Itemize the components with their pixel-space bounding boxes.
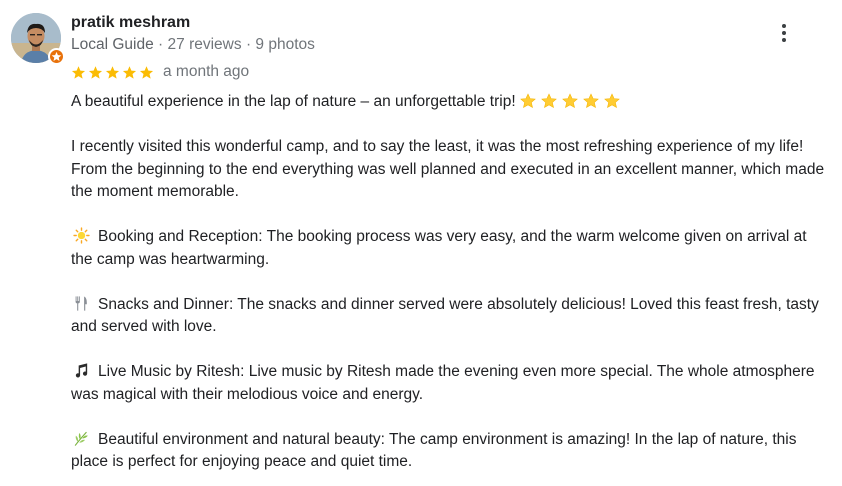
review-intro: I recently visited this wonderful camp, … bbox=[71, 138, 825, 200]
review-section: Live Music by Ritesh: Live music by Rite… bbox=[71, 361, 831, 406]
headline-text: A beautiful experience in the lap of nat… bbox=[71, 93, 516, 110]
author-meta: Local Guide · 27 reviews · 9 photos bbox=[71, 35, 315, 55]
star-icon bbox=[122, 65, 137, 79]
star-emoji-icon bbox=[582, 93, 599, 109]
local-guide-badge-icon bbox=[48, 48, 65, 65]
section-text: Booking and Reception: The booking proce… bbox=[71, 228, 807, 268]
fork-knife-icon bbox=[73, 295, 90, 312]
review-text: A beautiful experience in the lap of nat… bbox=[71, 91, 831, 474]
star-icon bbox=[88, 65, 103, 79]
more-options-icon[interactable] bbox=[770, 20, 798, 46]
photos-count: 9 photos bbox=[255, 36, 315, 53]
star-icon bbox=[71, 65, 86, 79]
star-icon bbox=[139, 65, 154, 79]
star-emoji-icon bbox=[603, 93, 620, 109]
star-emoji-icon-row bbox=[519, 93, 620, 109]
rating-row: a month ago bbox=[71, 62, 249, 82]
section-text: Live Music by Ritesh: Live music by Rite… bbox=[71, 363, 815, 403]
avatar[interactable] bbox=[11, 13, 65, 65]
review-section: Booking and Reception: The booking proce… bbox=[71, 226, 831, 271]
review-headline: A beautiful experience in the lap of nat… bbox=[71, 91, 831, 114]
section-text: Snacks and Dinner: The snacks and dinner… bbox=[71, 295, 819, 336]
author-name[interactable]: pratik meshram bbox=[71, 13, 190, 33]
star-rating bbox=[71, 65, 154, 80]
star-emoji-icon bbox=[561, 93, 578, 109]
review-section: Snacks and Dinner: The snacks and dinner… bbox=[71, 294, 831, 339]
herb-icon bbox=[73, 430, 90, 447]
musical-notes-icon bbox=[73, 362, 90, 379]
review-card: pratik meshram Local Guide · 27 reviews … bbox=[0, 0, 842, 486]
sun-icon bbox=[73, 227, 90, 244]
review-section: Beautiful environment and natural beauty… bbox=[71, 429, 831, 474]
reviews-count: 27 reviews bbox=[167, 36, 242, 53]
star-emoji-icon bbox=[519, 93, 536, 109]
star-icon bbox=[105, 65, 120, 79]
local-guide-label: Local Guide bbox=[71, 36, 154, 53]
meta-separator: · bbox=[158, 36, 164, 53]
meta-separator: · bbox=[245, 36, 252, 53]
review-time: a month ago bbox=[163, 63, 250, 80]
star-emoji-icon bbox=[540, 93, 557, 109]
section-text: Beautiful environment and natural beauty… bbox=[71, 430, 797, 471]
